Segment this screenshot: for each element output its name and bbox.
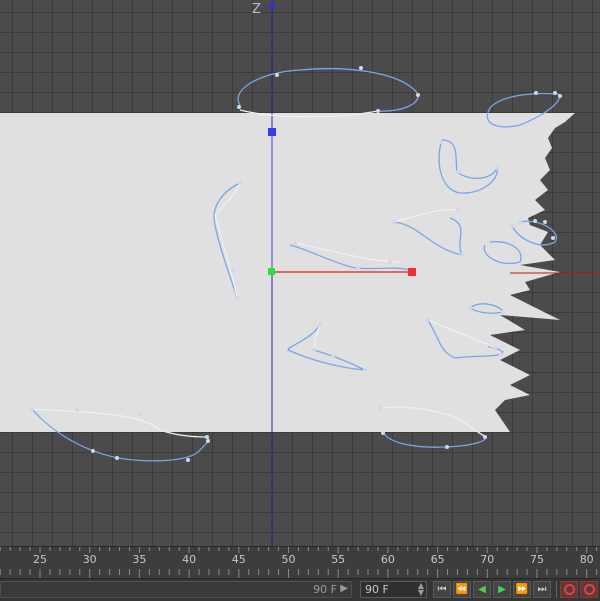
timeline-ruler[interactable]: 25 30 35 40 45 50 55 60 65 70 75 80 [0, 546, 600, 579]
ruler-tick-label: 65 [430, 553, 445, 566]
viewport-scene[interactable] [0, 0, 600, 546]
autokey-button[interactable] [580, 581, 598, 598]
z-axis-label: Z [252, 2, 261, 17]
ruler-tick-label: 25 [33, 553, 47, 566]
play-forward-button[interactable]: ▶ [493, 581, 511, 598]
goto-start-button[interactable]: ⏮ [433, 581, 451, 598]
play-forward-icon: ▶ [498, 584, 506, 595]
play-backward-icon: ◀ [478, 584, 486, 595]
ruler-tick-label: 80 [579, 553, 594, 566]
ruler-tick-label: 55 [331, 553, 346, 566]
spline-top-ellipse[interactable] [237, 68, 419, 112]
3d-viewport[interactable]: Z [0, 0, 600, 546]
next-key-icon: ⏩ [515, 584, 529, 595]
gizmo-center-handle[interactable] [268, 268, 275, 275]
prev-key-button[interactable]: ⏪ [453, 581, 471, 598]
ruler-tick-label: 60 [380, 553, 395, 566]
next-key-button[interactable]: ⏩ [513, 581, 531, 598]
ruler-tick-label: 30 [82, 553, 97, 566]
z-axis-arrow [268, 0, 276, 8]
gizmo-x-handle[interactable] [408, 268, 416, 276]
spinner-arrows-icon[interactable]: ▲ ▼ [418, 582, 424, 597]
ruler-tick-label: 40 [182, 553, 197, 566]
goto-end-button[interactable]: ⏭ [533, 581, 551, 598]
ruler-tick-label: 45 [231, 553, 246, 566]
ruler-tick-label: 50 [281, 553, 296, 566]
end-frame-value: 90 F [365, 583, 389, 596]
end-frame-field[interactable]: 90 F ▲ ▼ [360, 581, 427, 598]
record-button[interactable] [560, 581, 578, 598]
goto-start-icon: ⏮ [437, 584, 447, 595]
gizmo-z-handle[interactable] [268, 128, 276, 136]
preview-range-slider[interactable]: 90 F ▶ [0, 581, 352, 598]
preview-range-value: 90 F [313, 583, 337, 596]
toolbar-separator [556, 581, 557, 598]
autokey-icon [583, 584, 595, 595]
ruler-tick-label: 70 [480, 553, 495, 566]
play-backward-button[interactable]: ◀ [473, 581, 491, 598]
record-icon [563, 584, 575, 595]
ruler-tick-label: 75 [530, 553, 544, 566]
ruler-tick-label: 35 [132, 553, 147, 566]
slider-arrow-icon: ▶ [340, 583, 348, 594]
spline-bottom-right[interactable] [382, 431, 487, 448]
goto-end-icon: ⏭ [537, 584, 547, 595]
prev-key-icon: ⏪ [455, 584, 469, 595]
animation-toolbar: 90 F ▶ 90 F ▲ ▼ ⏮ ⏪ ◀ ▶ ⏩ ⏭ [0, 578, 600, 601]
